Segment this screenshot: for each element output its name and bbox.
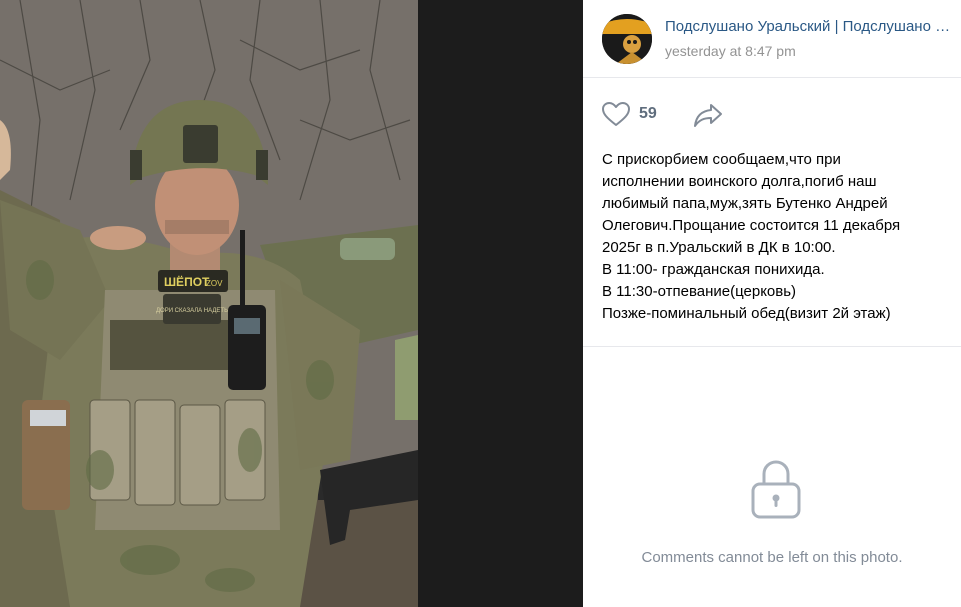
- post-text-line: исполнении воинского долга,погиб наш: [602, 173, 877, 190]
- comments-disabled-message: Comments cannot be left on this photo.: [641, 549, 903, 566]
- post-actions: 59: [583, 78, 961, 148]
- post-date-link[interactable]: yesterday at 8:47 pm: [665, 43, 796, 59]
- post-text-line: С прискорбием сообщаем,что при: [602, 151, 841, 168]
- photo-viewer: ШЁПОТ ZOV ДОРИ СКАЗАЛА НАДЕТЬ: [0, 0, 583, 607]
- post-text-line: любимый папа,муж,зять Бутенко Андрей: [602, 195, 888, 212]
- post-text-line: В 11:30-отпевание(церковь): [602, 283, 797, 300]
- post-text: С прискорбием сообщаем,что при исполнени…: [602, 149, 947, 325]
- divider: [583, 346, 961, 347]
- post-text-line: В 11:00- гражданская понихида.: [602, 261, 825, 278]
- avatar-image: [602, 14, 652, 64]
- author-name-link[interactable]: Подслушано Уральский | Подслушано в посё…: [665, 18, 955, 35]
- post-text-line: 2025г в п.Уральский в ДК в 10:00.: [602, 239, 836, 256]
- photo-illustration: ШЁПОТ ZOV ДОРИ СКАЗАЛА НАДЕТЬ: [0, 0, 418, 607]
- share-icon: [694, 104, 722, 127]
- post-header: Подслушано Уральский | Подслушано в посё…: [583, 0, 961, 78]
- lock-icon: [749, 457, 803, 521]
- post-side-panel: Подслушано Уральский | Подслушано в посё…: [583, 0, 961, 607]
- community-avatar[interactable]: [602, 14, 652, 64]
- post-text-line: Позже-поминальный обед(визит 2й этаж): [602, 305, 891, 322]
- post-text-line: Олегович.Прощание состоится 11 декабря: [602, 217, 901, 234]
- patch-text-secondary: ДОРИ СКАЗАЛА НАДЕТЬ: [156, 308, 228, 314]
- post-photo[interactable]: ШЁПОТ ZOV ДОРИ СКАЗАЛА НАДЕТЬ: [0, 0, 418, 607]
- like-count: 59: [639, 105, 657, 122]
- patch-text-zov: ZOV: [206, 279, 223, 288]
- like-button[interactable]: 59: [601, 101, 657, 127]
- share-button[interactable]: [693, 102, 723, 128]
- patch-text-main: ШЁПОТ: [164, 274, 210, 289]
- heart-icon: [602, 102, 630, 126]
